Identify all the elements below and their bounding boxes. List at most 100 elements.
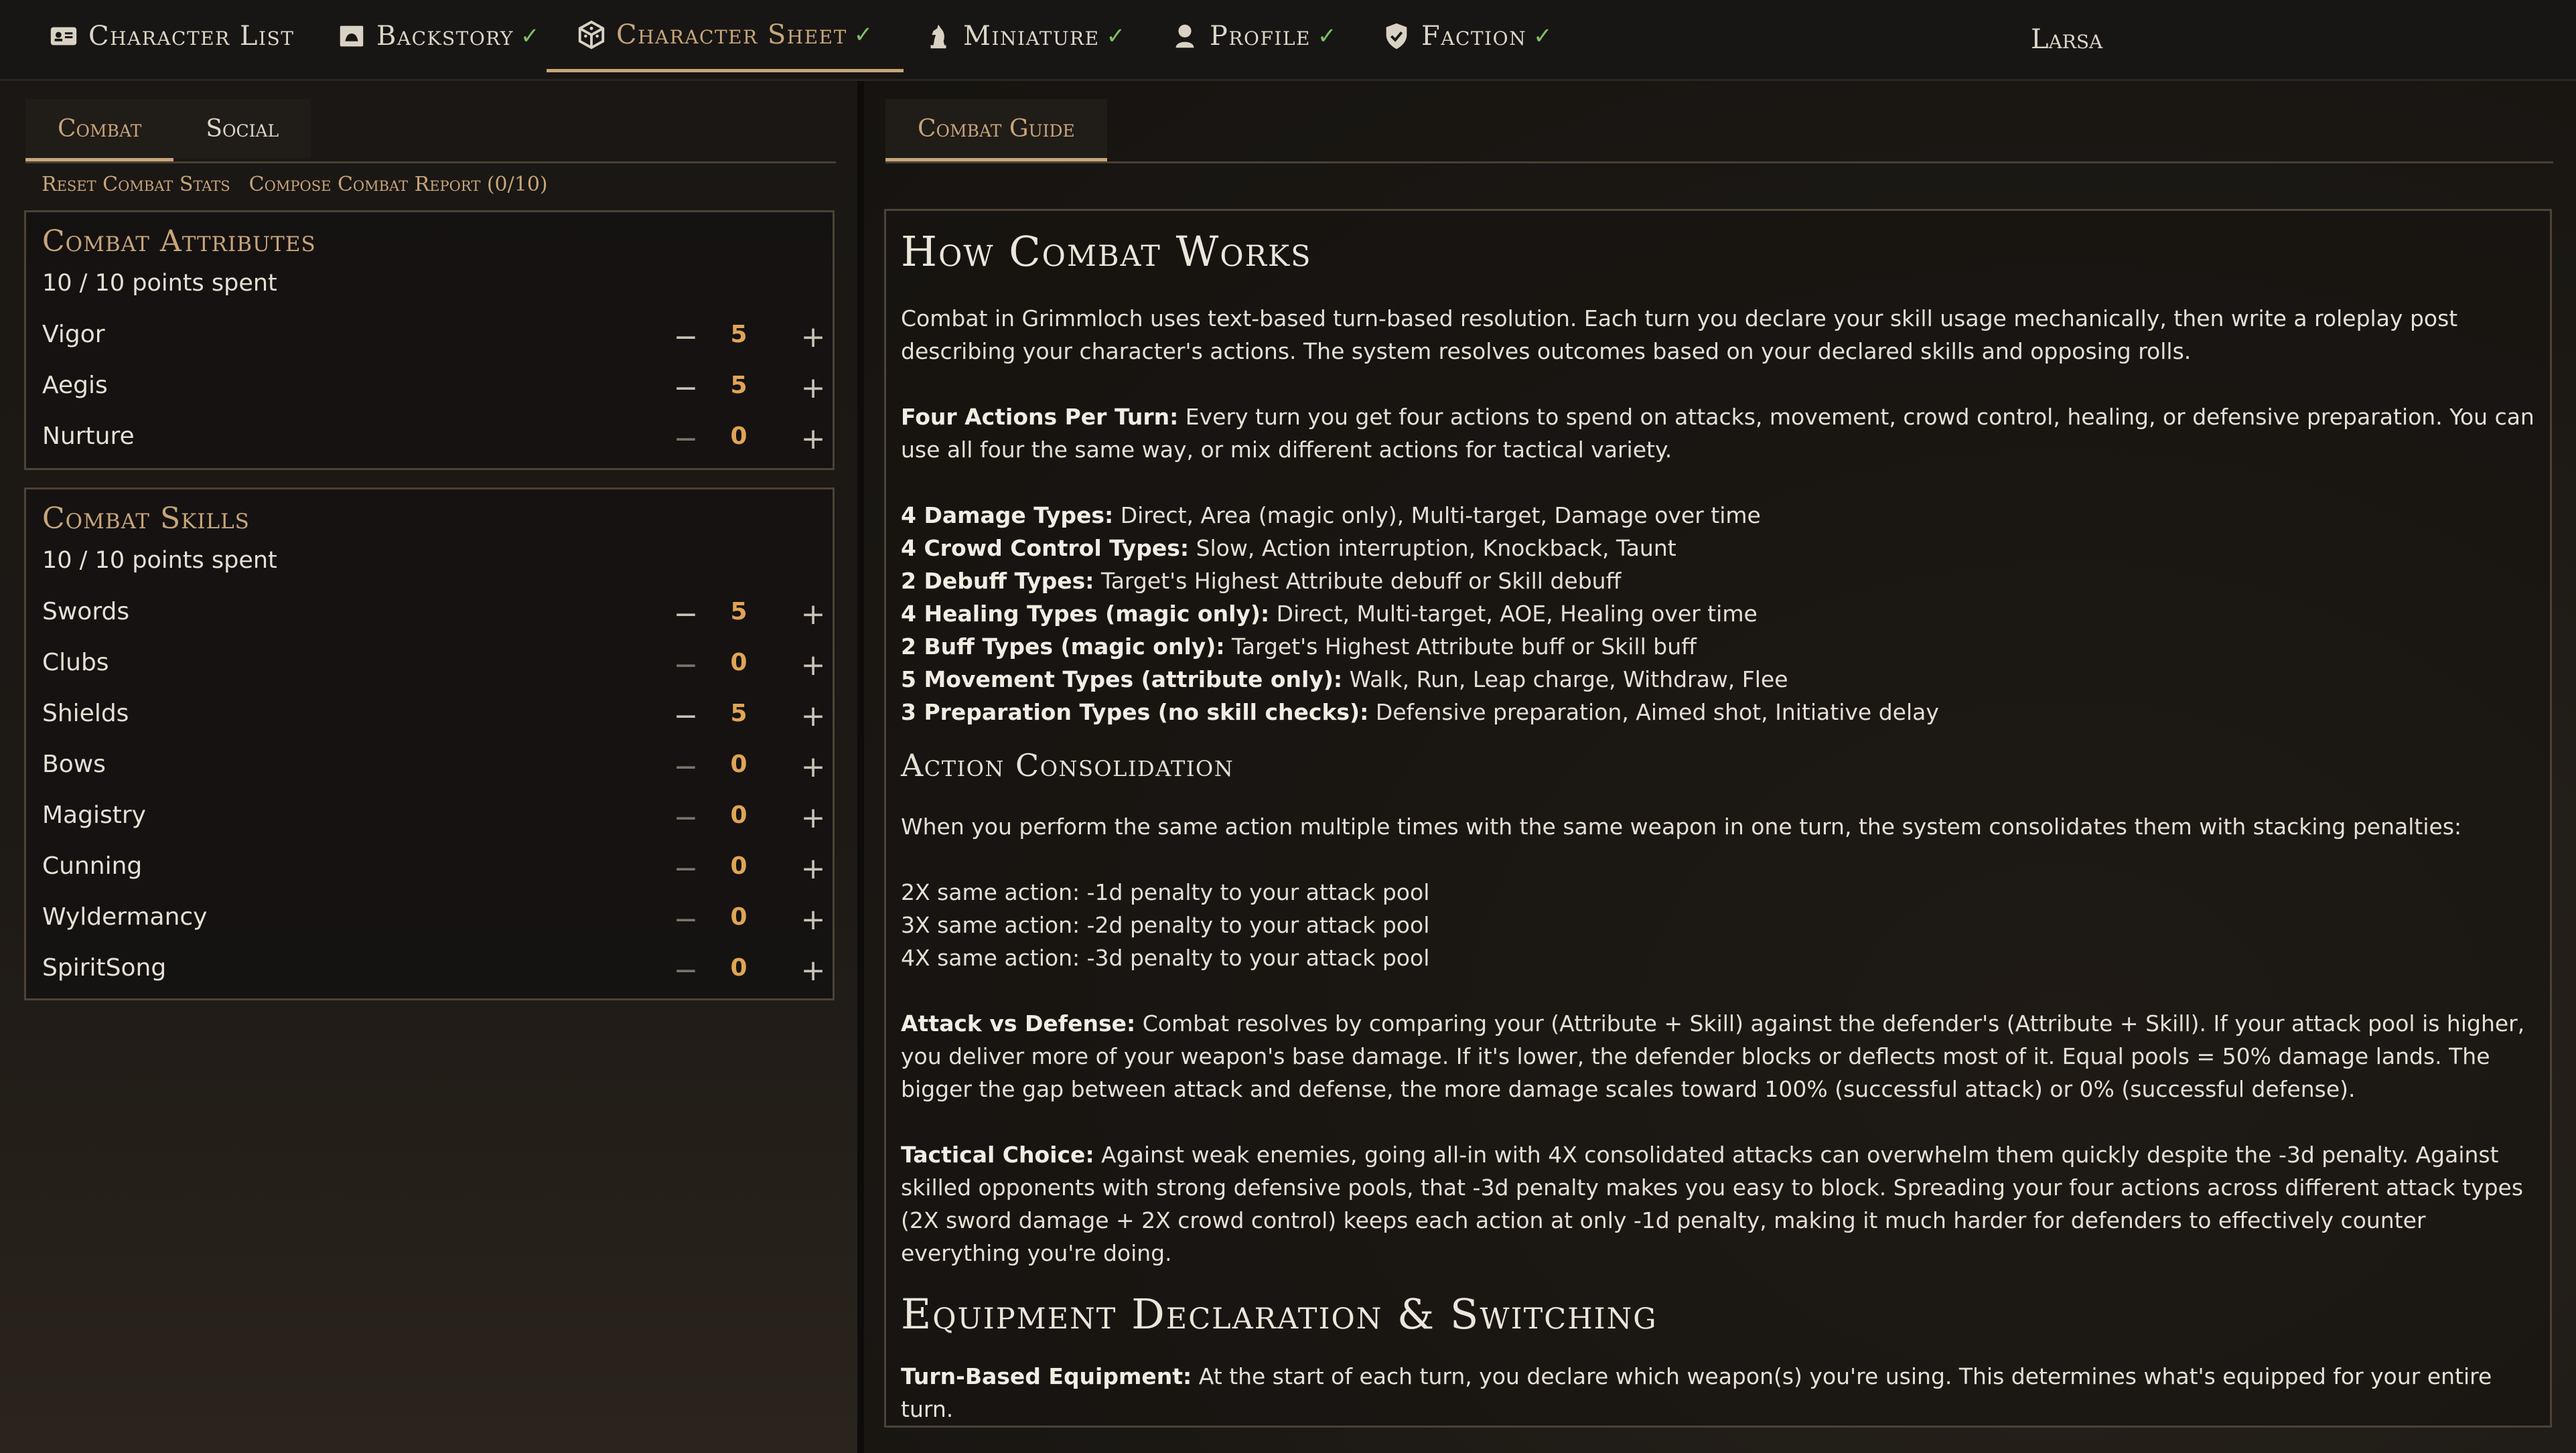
stat-value: 0 (730, 423, 747, 450)
compose-combat-report-link[interactable]: Compose Combat Report (0/10) (249, 173, 548, 196)
stat-name: SpiritSong (42, 954, 167, 982)
list-item: 2X same action: -1d penalty to your atta… (901, 879, 1430, 906)
stat-name: Magistry (42, 801, 146, 829)
bold-label: 2 Debuff Types: (901, 568, 1094, 595)
increment-button[interactable]: + (796, 797, 830, 838)
stat-value: 0 (730, 751, 747, 778)
nav-tab-character-list[interactable]: Character List (48, 0, 294, 72)
item-text: Target's Highest Attribute debuff or Ski… (1094, 568, 1622, 595)
action-types-list: 4 Damage Types: Direct, Area (magic only… (901, 499, 2535, 729)
stat-row-shields: Shields − 5 + (42, 696, 825, 736)
bold-label: Attack vs Defense: (901, 1010, 1136, 1037)
nav-tab-label: Miniature (963, 21, 1100, 52)
increment-button[interactable]: + (796, 950, 830, 990)
person-icon (1175, 24, 1194, 48)
nav-tab-profile[interactable]: Profile ✓ (1169, 0, 1338, 72)
stat-name: Bows (42, 751, 106, 778)
bold-label: 2 Buff Types (magic only): (901, 633, 1225, 660)
nav-tab-label: Character Sheet (616, 19, 847, 50)
points-spent: 10 / 10 points spent (42, 547, 277, 574)
stat-value: 0 (730, 649, 747, 676)
increment-button[interactable]: + (796, 594, 830, 634)
item-text: Direct, Multi-target, AOE, Healing over … (1269, 601, 1758, 627)
bold-label: 4 Healing Types (magic only): (901, 601, 1270, 627)
points-spent: 10 / 10 points spent (42, 270, 277, 297)
increment-button[interactable]: + (796, 848, 830, 889)
nav-tab-label: Profile (1210, 21, 1311, 52)
stat-row-wyldermancy: Wyldermancy − 0 + (42, 899, 825, 939)
decrement-button[interactable]: − (669, 418, 703, 459)
increment-button[interactable]: + (796, 368, 830, 408)
stat-value: 0 (730, 903, 747, 931)
paragraph-text: Combat resolves by comparing your (Attri… (901, 1010, 2525, 1103)
stat-value: 5 (730, 321, 747, 348)
decrement-button[interactable]: − (669, 594, 703, 634)
bold-label: 5 Movement Types (attribute only): (901, 666, 1343, 693)
decrement-button[interactable]: − (669, 899, 703, 939)
stat-value: 5 (730, 598, 747, 625)
bold-label: Turn-Based Equipment: (901, 1363, 1192, 1389)
decrement-button[interactable]: − (669, 950, 703, 990)
tab-combat-guide[interactable]: Combat Guide (885, 99, 1107, 161)
list-item: 2 Debuff Types: Target's Highest Attribu… (901, 564, 2535, 597)
guide-body: How Combat Works Combat in Grimmloch use… (901, 227, 2535, 1426)
nav-tab-backstory[interactable]: Backstory ✓ (336, 0, 541, 72)
check-icon: ✓ (520, 23, 541, 50)
stat-row-magistry: Magistry − 0 + (42, 797, 825, 838)
decrement-button[interactable]: − (669, 848, 703, 889)
decrement-button[interactable]: − (669, 747, 703, 787)
increment-button[interactable]: + (796, 747, 830, 787)
list-item: 4 Healing Types (magic only): Direct, Mu… (901, 597, 2535, 630)
check-icon: ✓ (1317, 23, 1338, 50)
combat-attributes-panel: Combat Attributes 10 / 10 points spent V… (24, 210, 835, 470)
consolidation-paragraph: When you perform the same action multipl… (901, 814, 2462, 840)
item-text: Defensive preparation, Aimed shot, Initi… (1368, 699, 1939, 726)
increment-button[interactable]: + (796, 317, 830, 357)
decrement-button[interactable]: − (669, 317, 703, 357)
decrement-button[interactable]: − (669, 368, 703, 408)
item-text: Direct, Area (magic only), Multi-target,… (1113, 502, 1761, 529)
stat-name: Nurture (42, 423, 135, 450)
id-card-icon (50, 27, 77, 46)
user-name[interactable]: Larsa (2031, 0, 2102, 79)
bold-label: 4 Damage Types: (901, 502, 1114, 529)
bold-label: 3 Preparation Types (no skill checks): (901, 699, 1369, 726)
reset-combat-stats-link[interactable]: Reset Combat Stats (42, 173, 230, 196)
decrement-button[interactable]: − (669, 645, 703, 685)
decrement-button[interactable]: − (669, 696, 703, 736)
decrement-button[interactable]: − (669, 797, 703, 838)
panel-title: Combat Skills (42, 502, 250, 536)
guide-heading: How Combat Works (901, 227, 1312, 276)
stat-row-vigor: Vigor − 5 + (42, 317, 825, 357)
stat-name: Vigor (42, 321, 105, 348)
tab-social[interactable]: Social (173, 99, 311, 158)
combat-actions: Reset Combat Stats Compose Combat Report… (42, 173, 548, 196)
nav-tab-faction[interactable]: Faction ✓ (1381, 0, 1553, 72)
panel-divider[interactable] (857, 81, 864, 1453)
stat-row-clubs: Clubs − 0 + (42, 645, 825, 685)
equipment-paragraph: Turn-Based Equipment: At the start of ea… (901, 1360, 2535, 1426)
chess-knight-icon (930, 24, 946, 49)
section-heading-consolidation: Action Consolidation (901, 747, 1234, 784)
panel-title: Combat Attributes (42, 224, 316, 258)
top-navigation: Character List Backstory ✓ Character She… (0, 0, 2576, 81)
increment-button[interactable]: + (796, 696, 830, 736)
nav-tab-label: Backstory (376, 21, 514, 52)
item-text: Walk, Run, Leap charge, Withdraw, Flee (1342, 666, 1788, 693)
nav-tab-miniature[interactable]: Miniature ✓ (923, 0, 1127, 72)
guide-intro: Combat in Grimmloch uses text-based turn… (901, 305, 2458, 365)
increment-button[interactable]: + (796, 899, 830, 939)
tab-combat[interactable]: Combat (25, 99, 174, 161)
stat-row-bows: Bows − 0 + (42, 747, 825, 787)
stat-row-spiritsong: SpiritSong − 0 + (42, 950, 825, 990)
increment-button[interactable]: + (796, 418, 830, 459)
section-heading-equipment: Equipment Declaration & Switching (901, 1290, 1658, 1339)
check-icon: ✓ (1106, 23, 1127, 50)
stat-name: Aegis (42, 372, 108, 399)
stat-name: Clubs (42, 649, 109, 676)
stat-value: 0 (730, 852, 747, 880)
increment-button[interactable]: + (796, 645, 830, 685)
nav-tab-character-sheet[interactable]: Character Sheet ✓ (547, 0, 904, 72)
list-item: 3X same action: -2d penalty to your atta… (901, 912, 1430, 939)
combat-guide-content[interactable]: How Combat Works Combat in Grimmloch use… (884, 209, 2552, 1428)
